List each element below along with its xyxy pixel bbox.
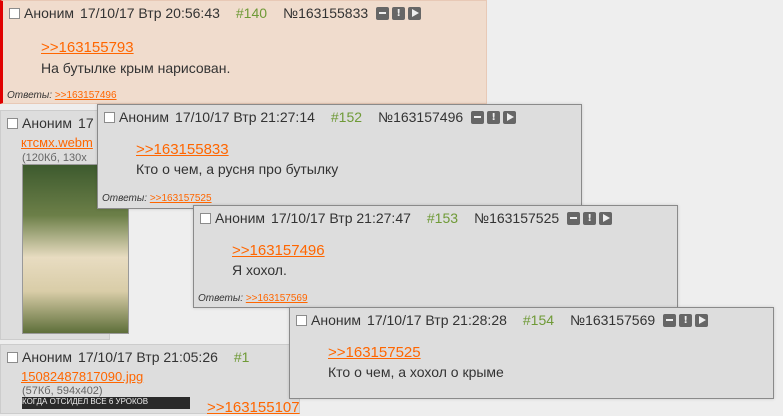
replies-label: Ответы: xyxy=(198,293,244,304)
post-number[interactable]: #152 xyxy=(331,109,362,125)
post-date: 17 xyxy=(78,115,94,131)
play-icon[interactable] xyxy=(695,313,709,327)
post-author: Аноним xyxy=(24,5,75,21)
exclamation-icon[interactable]: ! xyxy=(583,211,597,225)
exclamation-icon[interactable]: ! xyxy=(487,110,501,124)
post-header: Аноним 17/10/17 Втр 20:56:43 #140 №16315… xyxy=(3,1,486,25)
post-id[interactable]: №163155833 xyxy=(283,5,368,21)
popup-post-152: Аноним 17/10/17 Втр 21:27:14 #152 №16315… xyxy=(97,104,582,209)
post-checkbox[interactable] xyxy=(296,314,307,326)
post-author: Аноним xyxy=(311,312,362,328)
replies-label: Ответы: xyxy=(7,90,53,101)
post-checkbox[interactable] xyxy=(104,111,115,123)
popup-post-153: Аноним 17/10/17 Втр 21:27:47 #153 №16315… xyxy=(193,205,678,308)
post-date: 17/10/17 Втр 21:28:28 xyxy=(367,312,507,328)
post-header: Аноним 17/10/17 Втр 21:05:26 #1 xyxy=(1,345,299,369)
reply-backlink[interactable]: >>163157525 xyxy=(150,193,212,204)
post-checkbox[interactable] xyxy=(200,212,211,224)
post-header: Аноним 17/10/17 Втр 21:28:28 #154 №16315… xyxy=(290,308,773,332)
post-author: Аноним xyxy=(22,115,73,131)
replies-row: Ответы: >>163157496 xyxy=(7,90,117,101)
reply-backlink[interactable]: >>163157496 xyxy=(55,90,117,101)
minus-icon[interactable] xyxy=(471,110,485,124)
reply-link[interactable]: >>163157496 xyxy=(232,242,325,259)
thumbnail-caption: КОГДА ОТСИДЕЛ ВСЕ 6 УРОКОВ xyxy=(22,397,149,406)
post-id[interactable]: №163157569 xyxy=(570,312,655,328)
post-id[interactable]: №163157525 xyxy=(474,210,559,226)
post-header: Аноним 17 xyxy=(1,111,109,135)
post-number[interactable]: #153 xyxy=(427,210,458,226)
reply-link[interactable]: >>163155793 xyxy=(41,39,134,56)
popup-post-154: Аноним 17/10/17 Втр 21:28:28 #154 №16315… xyxy=(289,307,774,399)
file-info: (57Кб, 594x402) xyxy=(22,385,103,397)
reply-link[interactable]: >>163155833 xyxy=(136,141,229,158)
post-message: Я хохол. xyxy=(232,262,287,278)
post-author: Аноним xyxy=(215,210,266,226)
post-checkbox[interactable] xyxy=(7,351,18,363)
file-info: (120Кб, 130x xyxy=(22,152,87,164)
exclamation-icon[interactable]: ! xyxy=(679,313,693,327)
post-id[interactable]: №163157496 xyxy=(378,109,463,125)
post-140: Аноним 17/10/17 Втр 20:56:43 #140 №16315… xyxy=(0,0,487,104)
post-message: Кто о чем, а русня про бутылку xyxy=(136,161,339,177)
post-checkbox[interactable] xyxy=(7,117,18,129)
post-number[interactable]: #140 xyxy=(236,5,267,21)
play-icon[interactable] xyxy=(408,6,422,20)
replies-label: Ответы: xyxy=(102,193,148,204)
post-checkbox[interactable] xyxy=(9,7,20,19)
post-message: Кто о чем, а хохол о крыме xyxy=(328,364,504,380)
post-author: Аноним xyxy=(22,349,73,365)
reply-link[interactable]: >>163155107 xyxy=(207,399,300,416)
minus-icon[interactable] xyxy=(663,313,677,327)
post-header: Аноним 17/10/17 Втр 21:27:14 #152 №16315… xyxy=(98,105,581,129)
post-header: Аноним 17/10/17 Втр 21:27:47 #153 №16315… xyxy=(194,206,677,230)
file-link[interactable]: 15082487817090.jpg xyxy=(21,369,143,384)
post-author: Аноним xyxy=(119,109,170,125)
post-number[interactable]: #1 xyxy=(234,349,250,365)
play-icon[interactable] xyxy=(599,211,613,225)
play-icon[interactable] xyxy=(503,110,517,124)
minus-icon[interactable] xyxy=(376,6,390,20)
post-date: 17/10/17 Втр 21:27:14 xyxy=(175,109,315,125)
post-number[interactable]: #154 xyxy=(523,312,554,328)
reply-link[interactable]: >>163157525 xyxy=(328,344,421,361)
replies-row: Ответы: >>163157569 xyxy=(198,293,308,304)
post-date: 17/10/17 Втр 20:56:43 xyxy=(80,5,220,21)
file-link[interactable]: ктсмх.webm xyxy=(21,135,93,150)
post-message: На бутылке крым нарисован. xyxy=(41,60,231,76)
reply-backlink[interactable]: >>163157569 xyxy=(246,293,308,304)
post-date: 17/10/17 Втр 21:05:26 xyxy=(78,349,218,365)
minus-icon[interactable] xyxy=(567,211,581,225)
exclamation-icon[interactable]: ! xyxy=(392,6,406,20)
replies-row: Ответы: >>163157525 xyxy=(102,193,212,204)
post-date: 17/10/17 Втр 21:27:47 xyxy=(271,210,411,226)
image-thumbnail[interactable]: КОГДА ОТСИДЕЛ ВСЕ 6 УРОКОВ xyxy=(22,397,190,409)
